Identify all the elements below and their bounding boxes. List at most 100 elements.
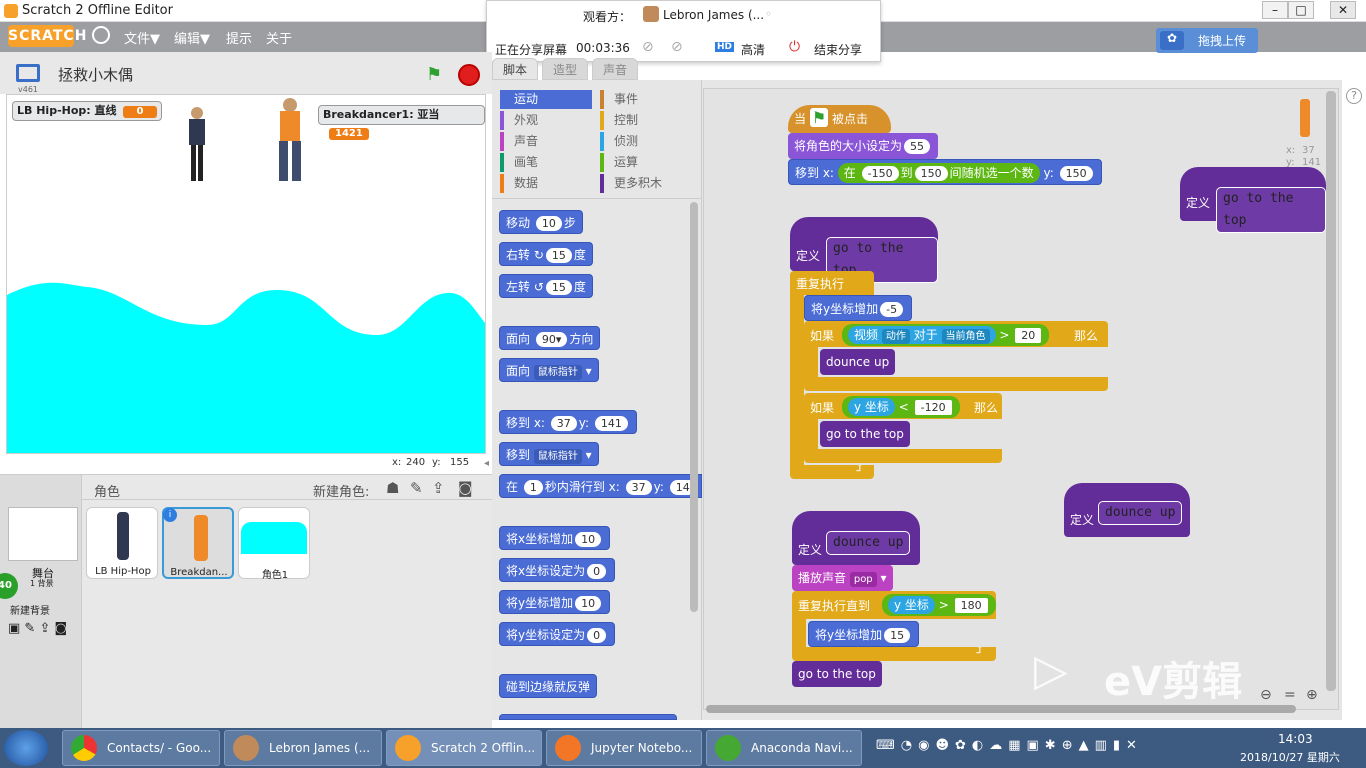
new-backdrop-label: 新建背景: [10, 606, 50, 617]
viewer-label: 观看方：: [583, 10, 632, 24]
block-turn-left[interactable]: 左转 ↺ 15 度: [499, 274, 593, 298]
taskbar-item-anaconda[interactable]: Anaconda Navi...: [706, 730, 862, 766]
tab-scripts[interactable]: 脚本: [492, 58, 539, 80]
project-title[interactable]: 拯救小木偶: [58, 64, 133, 85]
block-set-size[interactable]: 将角色的大小设定为 55: [788, 133, 939, 159]
sprite-thumb-role1[interactable]: 角色1: [238, 507, 310, 581]
viewer-name: Lebron James (...: [663, 8, 765, 22]
avatar-icon: [233, 735, 259, 761]
palette-scrollbar[interactable]: [690, 202, 698, 612]
call-go-to-the-top[interactable]: go to the top: [820, 421, 910, 447]
block-point-direction[interactable]: 面向 90▾ 方向: [499, 326, 601, 350]
block-change-y-neg5[interactable]: 将y坐标增加 -5: [804, 295, 913, 321]
menu-file[interactable]: 文件▼: [124, 28, 160, 47]
block-set-y[interactable]: 将y坐标设定为 0: [499, 622, 616, 646]
call-dounce-up[interactable]: dounce up: [820, 349, 896, 375]
power-icon[interactable]: ⏻: [789, 39, 800, 55]
fullscreen-icon[interactable]: [16, 64, 40, 82]
block-less-than: y 坐标 < -120: [842, 396, 960, 418]
zoom-in-icon[interactable]: ⊕: [1306, 687, 1318, 703]
category-operators[interactable]: 运算: [600, 153, 692, 172]
category-data[interactable]: 数据: [500, 174, 592, 193]
green-flag-icon[interactable]: ⚑: [426, 64, 442, 85]
block-when-flag-clicked[interactable]: 当 ⚑ 被点击: [788, 105, 891, 133]
corner-x-label: x:: [1286, 145, 1296, 156]
monitor-breakdancer[interactable]: Breakdancer1: 亚当1421: [318, 105, 485, 140]
define-go-to-the-top[interactable]: 定义 go to the top: [790, 217, 938, 283]
scratch-logo[interactable]: SCRATCH: [8, 25, 86, 47]
stop-icon[interactable]: [458, 64, 480, 86]
close-icon[interactable]: ✕: [1330, 1, 1356, 19]
tab-costumes[interactable]: 造型: [542, 58, 589, 80]
taskbar-item-share[interactable]: Lebron James (...: [224, 730, 382, 766]
collapse-arrow-icon[interactable]: ◂: [484, 458, 489, 469]
globe-icon[interactable]: [92, 26, 110, 44]
sprite-thumb-lb-hiphop[interactable]: LB Hip-Hop: [86, 507, 158, 579]
category-looks[interactable]: 外观: [500, 111, 592, 130]
paint-sprite-icon[interactable]: ✎: [410, 479, 423, 497]
scripts-v-scrollbar[interactable]: [1326, 91, 1336, 691]
taskbar-item-chrome[interactable]: Contacts/ - Goo...: [62, 730, 220, 766]
block-glide[interactable]: 在 1 秒内滑行到 x: 37 y: 14: [499, 474, 702, 498]
block-cut-off[interactable]: [499, 714, 677, 720]
upload-button[interactable]: ✿ 拖拽上传: [1156, 28, 1258, 53]
block-bounce[interactable]: 碰到边缘就反弹: [499, 674, 598, 698]
mic-muted-icon[interactable]: ⊘: [642, 39, 654, 55]
sprite-library-icon[interactable]: ☗: [386, 479, 399, 497]
category-pen[interactable]: 画笔: [500, 153, 592, 172]
block-turn-right[interactable]: 右转 ↻ 15 度: [499, 242, 593, 266]
zoom-out-icon[interactable]: ⊖: [1260, 687, 1272, 703]
speaker-muted-icon[interactable]: ⊘: [671, 39, 683, 55]
start-button[interactable]: [4, 730, 48, 766]
system-tray-icons[interactable]: ⌨◔◉☻✿◐☁▦▣✱⊕▲▥▮✕: [876, 738, 1143, 753]
camera-icon[interactable]: ◙: [458, 479, 473, 497]
define-go-to-the-top-small[interactable]: 定义 go to the top: [1180, 167, 1326, 233]
monitor-lb-hiphop[interactable]: LB Hip-Hop: 直线 0: [12, 101, 163, 121]
scratch-icon: [395, 735, 421, 761]
chrome-icon: [71, 735, 97, 761]
block-goto-xy[interactable]: 移到 x: 37 y: 141: [499, 410, 637, 434]
block-change-x[interactable]: 将x坐标增加 10: [499, 526, 611, 550]
hd-label[interactable]: 高清: [741, 41, 765, 58]
category-events[interactable]: 事件: [600, 90, 692, 109]
scripts-area[interactable]: 当 ⚑ 被点击 将角色的大小设定为 55 移到 x: 在 -150 到 150 间随机选…: [703, 88, 1339, 713]
help-icon[interactable]: ?: [1346, 88, 1362, 104]
info-icon[interactable]: i: [163, 508, 177, 522]
scripts-h-scrollbar[interactable]: [706, 705, 1296, 713]
cloud-icon: ✿: [1160, 31, 1184, 50]
block-set-x[interactable]: 将x坐标设定为 0: [499, 558, 616, 582]
stage-canvas: [7, 98, 485, 453]
backdrop-paint-icons[interactable]: ▣ ✎ ⇪ ◙: [8, 621, 67, 636]
taskbar-item-jupyter[interactable]: Jupyter Notebo...: [546, 730, 702, 766]
taskbar-item-scratch[interactable]: Scratch 2 Offlin...: [386, 730, 542, 766]
category-sensing[interactable]: 侦测: [600, 132, 692, 151]
category-motion[interactable]: 运动: [500, 90, 592, 109]
category-control[interactable]: 控制: [600, 111, 692, 130]
zoom-reset-icon[interactable]: =: [1284, 687, 1296, 703]
block-point-towards[interactable]: 面向 鼠标指针 ▾: [499, 358, 599, 382]
category-more-blocks[interactable]: 更多积木: [600, 174, 692, 193]
upload-sprite-icon[interactable]: ⇪: [432, 479, 445, 497]
minimize-icon[interactable]: –: [1262, 1, 1288, 19]
tab-sounds[interactable]: 声音: [592, 58, 639, 80]
block-goto-random[interactable]: 移到 x: 在 -150 到 150 间随机选一个数 y: 150: [788, 159, 1102, 185]
category-sound[interactable]: 声音: [500, 132, 592, 151]
end-share-button[interactable]: 结束分享: [814, 41, 862, 58]
sprites-header: 角色: [94, 485, 121, 500]
hd-icon[interactable]: HD: [715, 42, 735, 52]
call-go-to-the-top-2[interactable]: go to the top: [792, 661, 882, 687]
menu-about[interactable]: 关于: [266, 28, 292, 47]
stage-thumbnail[interactable]: [8, 507, 78, 561]
sprite-thumb-breakdancer[interactable]: i Breakdan...: [162, 507, 234, 579]
block-play-sound[interactable]: 播放声音 pop ▾: [792, 565, 893, 591]
block-move[interactable]: 移动 10 步: [499, 210, 583, 234]
define-dounce-up[interactable]: 定义 dounce up: [792, 511, 920, 565]
block-change-y[interactable]: 将y坐标增加 10: [499, 590, 611, 614]
menu-edit[interactable]: 编辑▼: [174, 28, 210, 47]
block-goto[interactable]: 移到 鼠标指针 ▾: [499, 442, 599, 466]
menu-tips[interactable]: 提示: [226, 28, 252, 47]
define-dounce-up-small[interactable]: 定义 dounce up: [1064, 483, 1190, 537]
maximize-icon[interactable]: □: [1288, 1, 1314, 19]
block-change-y-15[interactable]: 将y坐标增加 15: [808, 621, 920, 647]
stage[interactable]: LB Hip-Hop: 直线 0 Breakdancer1: 亚当1421: [6, 94, 486, 454]
